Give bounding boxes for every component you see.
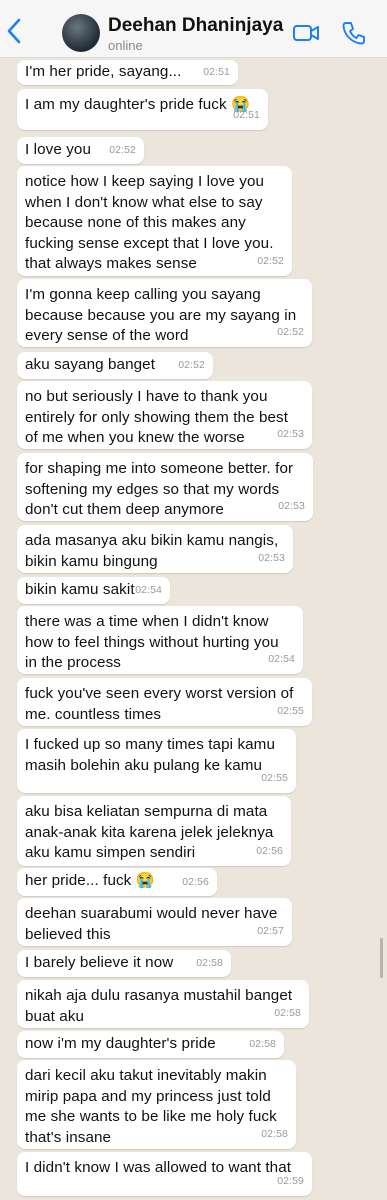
message-time: 02:58 [196,957,223,970]
message-time: 02:54 [268,653,295,666]
message-time: 02:55 [277,705,304,718]
message-bubble[interactable]: there was a time when I didn't know how … [17,606,303,674]
message-text: aku bisa keliatan sempurna di mata anak-… [25,803,274,862]
message-time: 02:58 [261,1128,288,1141]
message-bubble[interactable]: aku bisa keliatan sempurna di mata anak-… [17,796,291,866]
message-text: nikah aja dulu rasanya mustahil banget b… [25,987,293,1025]
message-text: I barely believe it now [25,954,174,971]
message-text: now i'm my daughter's pride [25,1035,216,1052]
message-bubble[interactable]: aku sayang banget 02:52 [17,352,213,379]
message-bubble[interactable]: I love you 02:52 [17,137,144,164]
message-text: dari kecil aku takut inevitably makin mi… [25,1067,277,1146]
scrollbar[interactable] [380,938,383,978]
message-bubble[interactable]: I'm her pride, sayang... 02:51 [17,60,238,85]
message-text: I fucked up so many times tapi kamu masi… [25,736,275,774]
message-bubble[interactable]: bikin kamu sakit 02:54 [17,577,170,604]
message-text: deehan suarabumi would never have believ… [25,905,278,943]
message-bubble[interactable]: I am my daughter's pride fuck 😭 02:51 [17,89,268,130]
avatar[interactable] [62,14,100,52]
message-bubble[interactable]: I barely believe it now 02:58 [17,950,231,977]
message-bubble[interactable]: I didn't know I was allowed to want that… [17,1152,312,1196]
message-bubble[interactable]: I fucked up so many times tapi kamu masi… [17,729,296,793]
message-time: 02:52 [178,359,205,372]
message-bubble[interactable]: no but seriously I have to thank you ent… [17,381,312,449]
message-text: fuck you've seen every worst version of … [25,685,294,723]
message-text: I'm gonna keep calling you sayang becaus… [25,286,297,345]
message-text: I am my daughter's pride fuck 😭 [25,96,250,113]
message-time: 02:55 [261,772,288,785]
message-bubble[interactable]: now i'm my daughter's pride 02:58 [17,1031,284,1058]
message-bubble[interactable]: I'm gonna keep calling you sayang becaus… [17,279,312,347]
message-bubble[interactable]: dari kecil aku takut inevitably makin mi… [17,1060,296,1149]
message-bubble[interactable]: for shaping me into someone better. for … [17,453,313,521]
message-time: 02:53 [277,428,304,441]
message-text: I'm her pride, sayang... [25,63,182,80]
message-bubble[interactable]: her pride... fuck 😭 02:56 [17,868,217,896]
chevron-left-icon[interactable] [6,18,26,44]
message-time: 02:51 [233,109,260,122]
message-time: 02:53 [278,500,305,513]
message-text: no but seriously I have to thank you ent… [25,388,289,447]
message-time: 02:52 [257,255,284,268]
message-time: 02:53 [258,552,285,565]
message-time: 02:58 [274,1007,301,1020]
message-text: notice how I keep saying I love you when… [25,173,274,273]
message-text: for shaping me into someone better. for … [25,460,294,519]
contact-name[interactable]: Deehan Dhaninjaya [108,15,283,37]
message-bubble[interactable]: notice how I keep saying I love you when… [17,166,292,276]
message-time: 02:58 [249,1038,276,1051]
message-time: 02:52 [277,326,304,339]
phone-icon[interactable] [341,20,367,46]
message-text: there was a time when I didn't know how … [25,613,279,672]
message-time: 02:52 [109,144,136,157]
message-time: 02:59 [277,1175,304,1188]
message-list[interactable]: I'm her pride, sayang... 02:51 I am my d… [0,58,387,1200]
message-time: 02:51 [203,66,230,79]
message-text: I didn't know I was allowed to want that [25,1159,292,1176]
contact-status: online [108,38,143,53]
chat-header: Deehan Dhaninjaya online [0,0,387,58]
message-bubble[interactable]: nikah aja dulu rasanya mustahil banget b… [17,980,309,1028]
message-time: 02:56 [256,845,283,858]
message-time: 02:54 [135,584,162,597]
message-bubble[interactable]: deehan suarabumi would never have believ… [17,898,292,946]
message-bubble[interactable]: fuck you've seen every worst version of … [17,678,312,726]
video-call-icon[interactable] [292,22,320,44]
message-time: 02:56 [182,876,209,889]
message-text: ada masanya aku bikin kamu nangis, bikin… [25,532,279,570]
message-bubble[interactable]: ada masanya aku bikin kamu nangis, bikin… [17,525,293,573]
message-time: 02:57 [257,925,284,938]
